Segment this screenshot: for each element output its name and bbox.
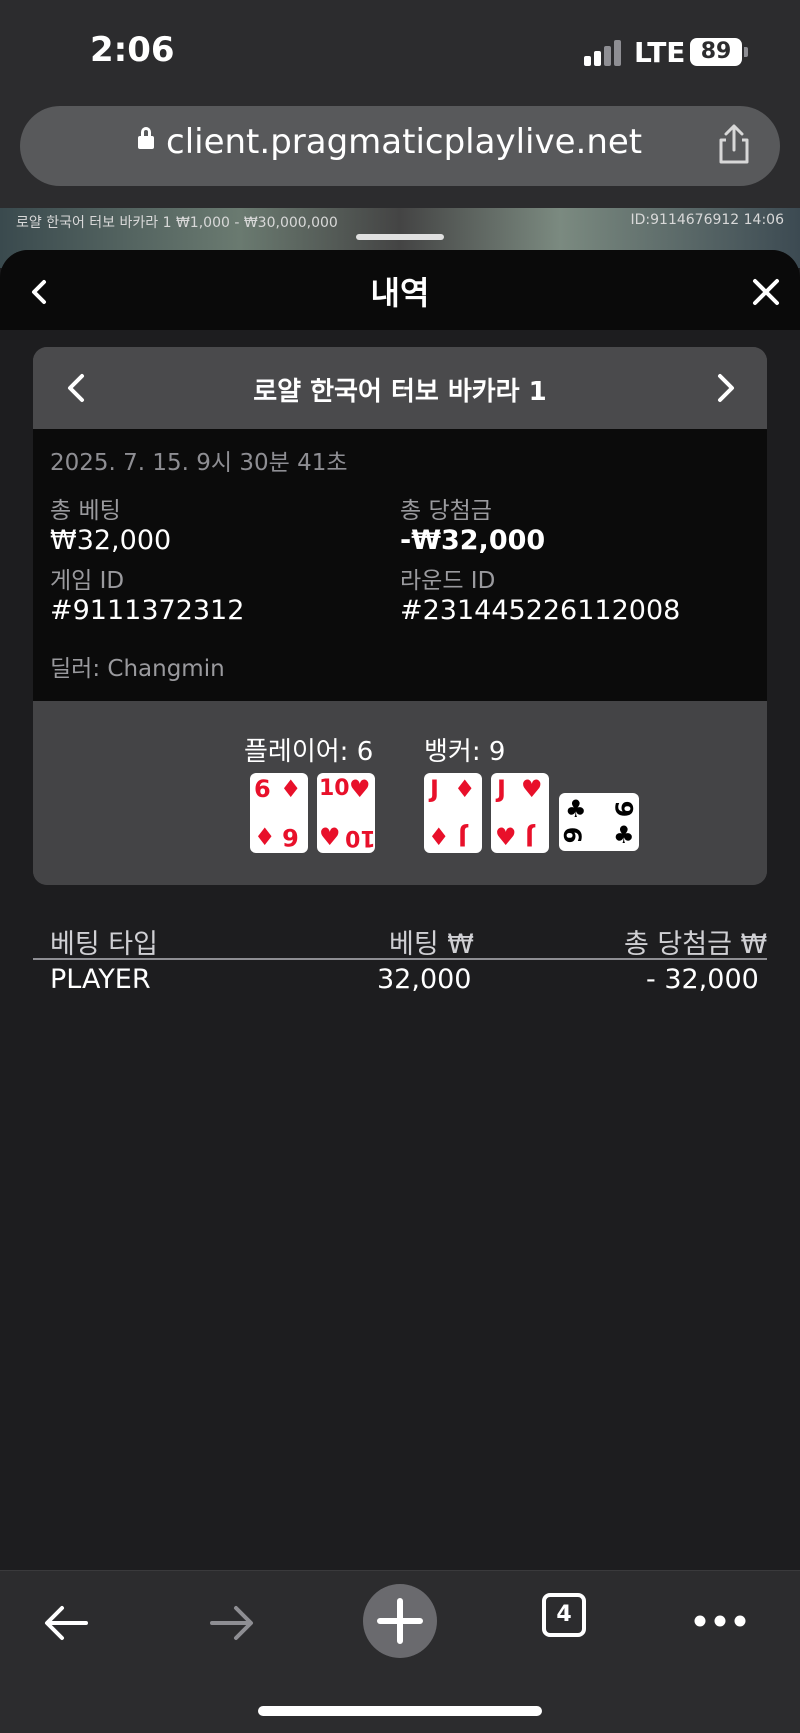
table-info: 로얄 한국어 터보 바카라 1 ₩1,000 - ₩30,000,000 [16,215,338,231]
bet-row-win: - 32,000 [646,964,759,995]
new-tab-plus-icon[interactable] [362,1583,438,1659]
share-icon[interactable] [712,122,756,166]
session-id: ID:9114676912 14:06 [630,212,785,228]
round-id-label: 라운드 ID [400,568,496,594]
win-amount-header: 총 당첨금 ₩ [624,929,768,960]
round-id-value: #231445226112008 [400,595,681,626]
modal-header: 내역 [0,250,800,330]
player-score: 플레이어: 6 [244,737,374,767]
modal-title: 내역 [370,274,430,312]
playing-card-sideways: ♣ 9 9 ♣ [559,793,639,851]
table-divider [33,958,767,960]
battery-icon: 89 [690,38,742,66]
total-bet-value: ₩32,000 [50,525,172,556]
total-win-value: -₩32,000 [400,525,546,556]
total-win-label: 총 당첨금 [400,498,492,524]
banker-score: 뱅커: 9 [424,737,506,767]
lock-icon [138,127,154,149]
sheet-grabber[interactable] [356,234,444,240]
game-id-value: #9111372312 [50,595,245,626]
browser-address-area: client.pragmaticplaylive.net [0,100,800,208]
cellular-signal-icon [584,40,624,66]
playing-card: 6 ♦ ♦ 6 [250,773,308,853]
close-icon[interactable] [746,272,786,312]
round-summary: 2025. 7. 15. 9시 30분 41초 총 베팅 ₩32,000 총 당… [33,429,767,701]
forward-arrow-icon[interactable] [204,1595,260,1651]
status-bar: 2:06 LTE 89 [0,0,800,100]
back-arrow-icon[interactable] [38,1595,94,1651]
clock: 2:06 [90,30,175,70]
bet-row-type: PLAYER [50,964,151,995]
hands-area: 플레이어: 6 뱅커: 9 6 ♦ ♦ 6 10 ♥ ♥ 10 J ♦ ♦ J [33,701,767,885]
bet-type-header: 베팅 타입 [50,929,158,960]
game-name: 로얄 한국어 터보 바카라 1 [253,377,547,407]
dealer-name: 딜러: Changmin [50,656,225,682]
next-round-chevron-icon[interactable] [707,369,743,407]
battery-tip [744,47,748,57]
tabs-count-icon[interactable]: 4 [542,1593,586,1637]
network-type: LTE [634,36,686,69]
history-modal: 내역 로얄 한국어 터보 바카라 1 2025. 7. 15. 9시 30분 4… [0,250,800,1570]
playing-card: 10 ♥ ♥ 10 [317,773,376,853]
address-bar[interactable]: client.pragmaticplaylive.net [20,106,780,186]
bet-amount-header: 베팅 ₩ [389,929,474,960]
playing-card: J ♥ ♥ J [491,773,549,853]
more-options-icon[interactable] [690,1601,750,1641]
round-datetime: 2025. 7. 15. 9시 30분 41초 [50,450,348,476]
bet-row-amount: 32,000 [377,964,472,995]
round-detail-card: 로얄 한국어 터보 바카라 1 2025. 7. 15. 9시 30분 41초 … [33,347,767,885]
playing-card: J ♦ ♦ J [424,773,482,853]
total-bet-label: 총 베팅 [50,498,121,524]
url-text[interactable]: client.pragmaticplaylive.net [166,122,642,162]
home-indicator [258,1706,542,1716]
round-nav-header: 로얄 한국어 터보 바카라 1 [33,347,767,429]
game-id-label: 게임 ID [50,568,125,594]
